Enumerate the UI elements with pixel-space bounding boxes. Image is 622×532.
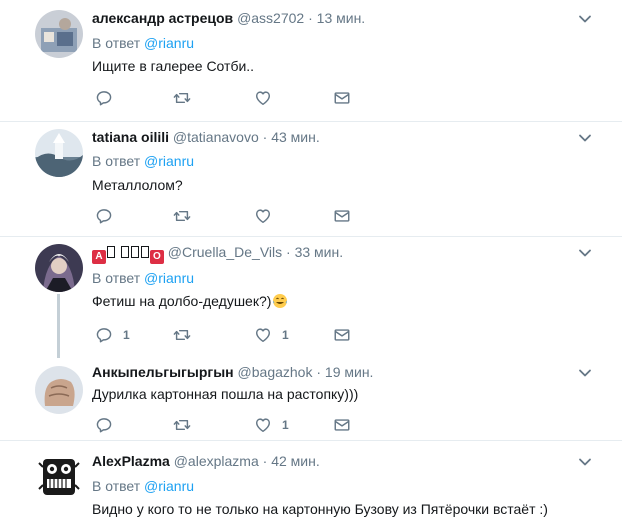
retweet-button[interactable] (173, 206, 191, 226)
a-button-emoji: A (92, 250, 106, 264)
reply-to-link[interactable]: @rianru (144, 35, 194, 51)
timestamp[interactable]: 42 мин. (271, 453, 320, 469)
reply-to-link[interactable]: @rianru (144, 153, 194, 169)
reply-prefix: В ответ (92, 153, 141, 169)
reply-button[interactable] (95, 415, 113, 435)
author-handle[interactable]: @Cruella_De_Vils (168, 244, 282, 260)
avatar[interactable] (35, 10, 83, 58)
author-handle[interactable]: @ass2702 (237, 10, 304, 26)
retweet-button[interactable] (173, 88, 191, 108)
author-name[interactable]: александр астрецов (92, 10, 233, 26)
reply-icon (95, 416, 113, 434)
dm-button[interactable] (333, 415, 351, 435)
reply-context: В ответ @rianru (92, 34, 194, 52)
reply-icon (95, 207, 113, 225)
reply-context: В ответ @rianru (92, 269, 194, 287)
tweet[interactable]: AlexPlazma @alexplazma · 42 мин. В ответ… (0, 441, 622, 532)
retweet-button[interactable] (173, 325, 191, 345)
timestamp[interactable]: 43 мин. (271, 129, 320, 145)
tweet[interactable]: tatiana oilili @tatianavovo · 43 мин. В … (0, 122, 622, 236)
reply-prefix: В ответ (92, 270, 141, 286)
like-button[interactable] (254, 206, 272, 226)
author-handle[interactable]: @alexplazma (174, 453, 259, 469)
chevron-down-icon[interactable] (578, 131, 592, 145)
envelope-icon (333, 416, 351, 434)
retweet-icon (173, 207, 191, 225)
heart-icon (254, 326, 272, 344)
dm-button[interactable] (333, 325, 351, 345)
envelope-icon (333, 326, 351, 344)
missing-glyph (140, 246, 149, 258)
tweet-text-content: Фетиш на долбо-дедушек?) (92, 293, 272, 309)
reply-to-link[interactable]: @rianru (144, 270, 194, 286)
envelope-icon (333, 207, 351, 225)
avatar[interactable] (35, 366, 83, 414)
like-button[interactable] (254, 88, 272, 108)
reply-icon (95, 326, 113, 344)
reply-context: В ответ @rianru (92, 152, 194, 170)
dm-button[interactable] (333, 88, 351, 108)
author-name[interactable]: tatiana oilili (92, 129, 169, 145)
retweet-icon (173, 416, 191, 434)
reply-context: В ответ @rianru (92, 477, 194, 495)
retweet-icon (173, 89, 191, 107)
reply-prefix: В ответ (92, 478, 141, 494)
separator-dot: · (262, 453, 268, 469)
like-count: 1 (282, 328, 289, 342)
avatar[interactable] (35, 453, 83, 501)
like-button[interactable]: 1 (254, 415, 289, 435)
heart-icon (254, 416, 272, 434)
missing-glyph (120, 246, 129, 258)
tweet-text: Дурилка картонная пошла на растопку))) (92, 386, 359, 402)
retweet-icon (173, 326, 191, 344)
avatar[interactable] (35, 244, 83, 292)
reply-icon (95, 89, 113, 107)
separator-dot: · (316, 364, 322, 380)
tweet[interactable]: A O @Cruella_De_Vils · 33 мин. В ответ @… (0, 237, 622, 357)
chevron-down-icon[interactable] (578, 246, 592, 260)
author-handle[interactable]: @bagazhok (238, 364, 313, 380)
separator-dot: · (308, 10, 313, 26)
chevron-down-icon[interactable] (578, 455, 592, 469)
retweet-button[interactable] (173, 415, 191, 435)
reply-count: 1 (123, 328, 130, 342)
avatar[interactable] (35, 129, 83, 177)
reply-button[interactable] (95, 206, 113, 226)
heart-icon (254, 89, 272, 107)
reply-prefix: В ответ (92, 35, 141, 51)
author-handle[interactable]: @tatianavovo (173, 129, 259, 145)
separator-dot: · (286, 244, 291, 260)
tweet[interactable]: Анкыпельгыгыргын @bagazhok · 19 мин. Дур… (0, 358, 622, 440)
missing-glyph (107, 246, 115, 258)
missing-glyph (130, 246, 139, 258)
o-button-emoji: O (149, 250, 164, 264)
reply-button[interactable] (95, 88, 113, 108)
tweet-text: Ищите в галерее Сотби.. (92, 58, 255, 74)
timestamp[interactable]: 19 мин. (325, 364, 374, 380)
dm-button[interactable] (333, 206, 351, 226)
tears-of-joy-emoji (273, 294, 288, 308)
tweet-text: Видно у кого то не только на картонную Б… (92, 501, 548, 517)
timestamp[interactable]: 33 мин. (295, 244, 344, 260)
heart-icon (254, 207, 272, 225)
reply-to-link[interactable]: @rianru (144, 478, 194, 494)
envelope-icon (333, 89, 351, 107)
tweet[interactable]: александр астрецов @ass2702 · 13 мин. В … (0, 0, 622, 122)
reply-button[interactable]: 1 (95, 325, 130, 345)
separator-dot: · (262, 129, 268, 145)
like-count: 1 (282, 418, 289, 432)
chevron-down-icon[interactable] (578, 12, 592, 26)
author-name[interactable]: Анкыпельгыгыргын (92, 364, 234, 380)
tweet-text: Металлолом? (92, 177, 183, 193)
author-name[interactable]: A O (92, 244, 168, 264)
author-name[interactable]: AlexPlazma (92, 453, 170, 469)
chevron-down-icon[interactable] (578, 366, 592, 380)
timestamp[interactable]: 13 мин. (317, 10, 366, 26)
tweet-text: Фетиш на долбо-дедушек?) (92, 291, 288, 311)
like-button[interactable]: 1 (254, 325, 289, 345)
